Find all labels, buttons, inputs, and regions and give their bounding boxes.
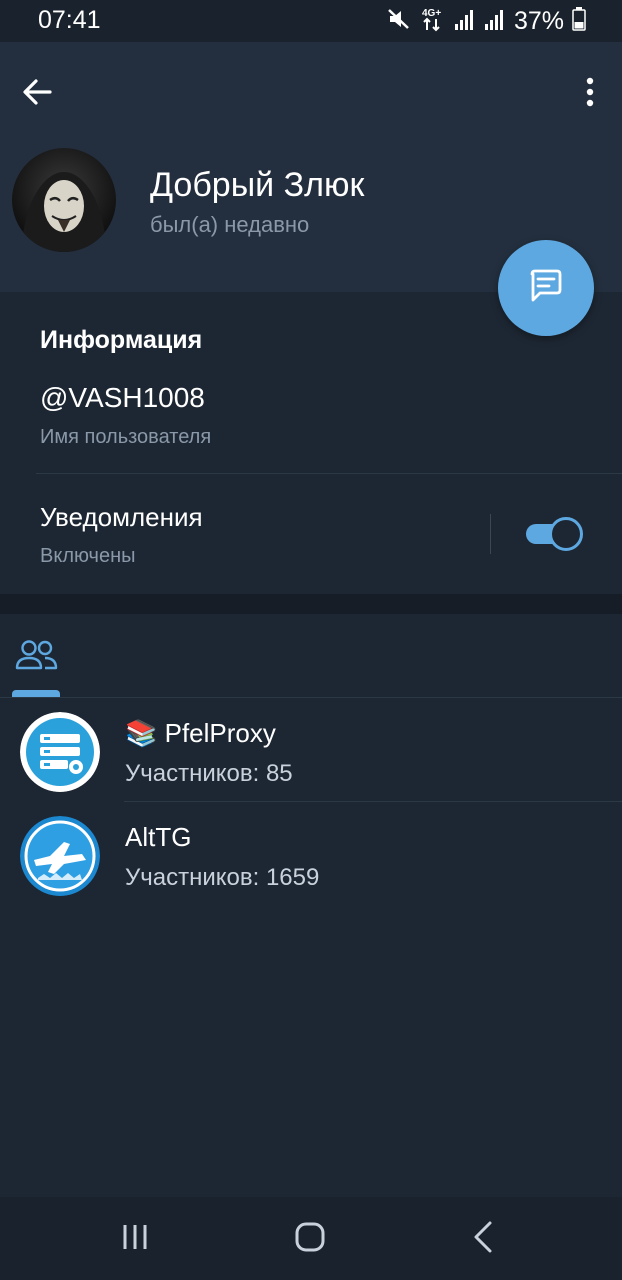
group-avatar [20, 712, 100, 792]
signal-icon [484, 7, 506, 36]
recent-apps-button[interactable] [116, 1217, 156, 1257]
status-icons: 4G+ 37% [386, 6, 586, 37]
username-label: Имя пользователя [40, 426, 212, 448]
svg-text:4G+: 4G+ [422, 8, 441, 19]
group-members-count: Участников: 1659 [125, 864, 320, 891]
profile-name: Добрый Злюк [150, 166, 365, 204]
tab-groups-in-common[interactable] [12, 634, 62, 697]
tab-indicator [12, 690, 60, 697]
signal-icon [454, 7, 476, 36]
network-4g-icon: 4G+ [420, 6, 446, 37]
notifications-toggle-knob[interactable] [549, 517, 583, 551]
notifications-label[interactable]: Уведомления [40, 502, 203, 533]
battery-icon [572, 7, 586, 36]
mute-icon [386, 7, 412, 36]
home-icon [290, 1222, 330, 1261]
avatar[interactable] [12, 148, 116, 252]
username-value[interactable]: @VASH1008 [40, 382, 205, 414]
info-section-title: Информация [40, 326, 203, 354]
divider [490, 514, 491, 554]
books-emoji-icon: 📚 [125, 718, 158, 748]
group-name-text: PfelProxy [164, 718, 276, 748]
list-item[interactable]: AltTG Участников: 1659 [0, 802, 622, 906]
list-item[interactable]: 📚 PfelProxy Участников: 85 [0, 698, 622, 802]
system-nav-bar [0, 1197, 622, 1280]
back-arrow-icon[interactable] [18, 72, 58, 112]
info-section: Информация @VASH1008 Имя пользователя Ув… [0, 292, 622, 594]
group-avatar [20, 816, 100, 896]
status-bar: 07:41 4G+ 37% [0, 0, 622, 42]
members-icon [12, 640, 62, 678]
last-seen-status: был(а) недавно [150, 212, 310, 237]
section-gap [0, 594, 622, 614]
status-time: 07:41 [38, 6, 101, 34]
group-name: AltTG [125, 822, 192, 852]
group-members-count: Участников: 85 [125, 760, 293, 787]
message-icon [526, 266, 566, 311]
recent-apps-icon [116, 1225, 156, 1261]
group-name: 📚 PfelProxy [125, 718, 276, 749]
more-vertical-icon[interactable] [578, 72, 602, 112]
shared-tabs [0, 614, 622, 698]
back-chevron-icon [464, 1221, 504, 1261]
home-button[interactable] [290, 1217, 330, 1257]
send-message-button[interactable] [498, 240, 594, 336]
battery-percent: 37% [513, 7, 564, 35]
notifications-state: Включены [40, 545, 136, 567]
back-button[interactable] [464, 1217, 504, 1257]
divider [36, 473, 622, 474]
